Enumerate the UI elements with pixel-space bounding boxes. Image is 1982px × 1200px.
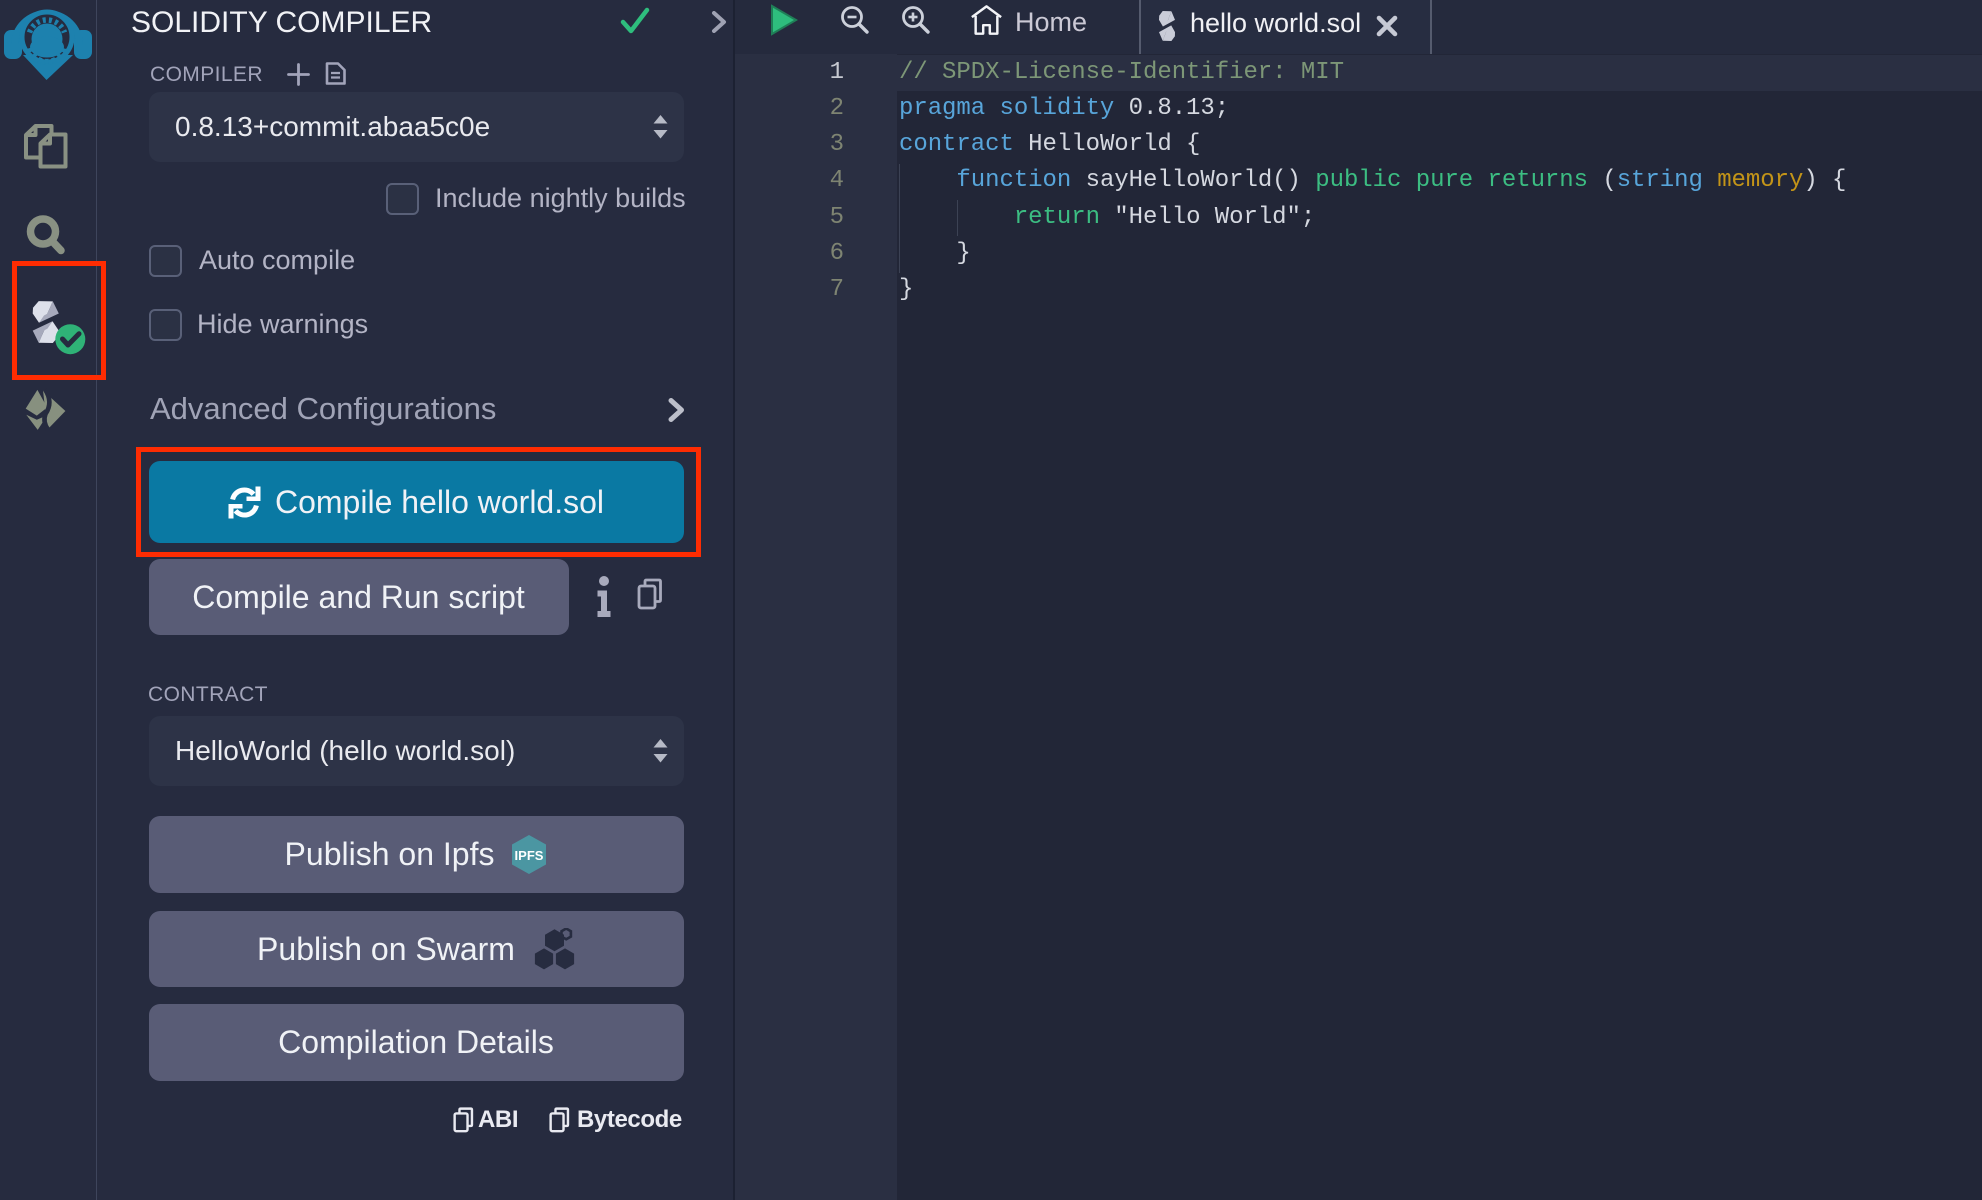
svg-text:IPFS: IPFS [515, 848, 544, 863]
